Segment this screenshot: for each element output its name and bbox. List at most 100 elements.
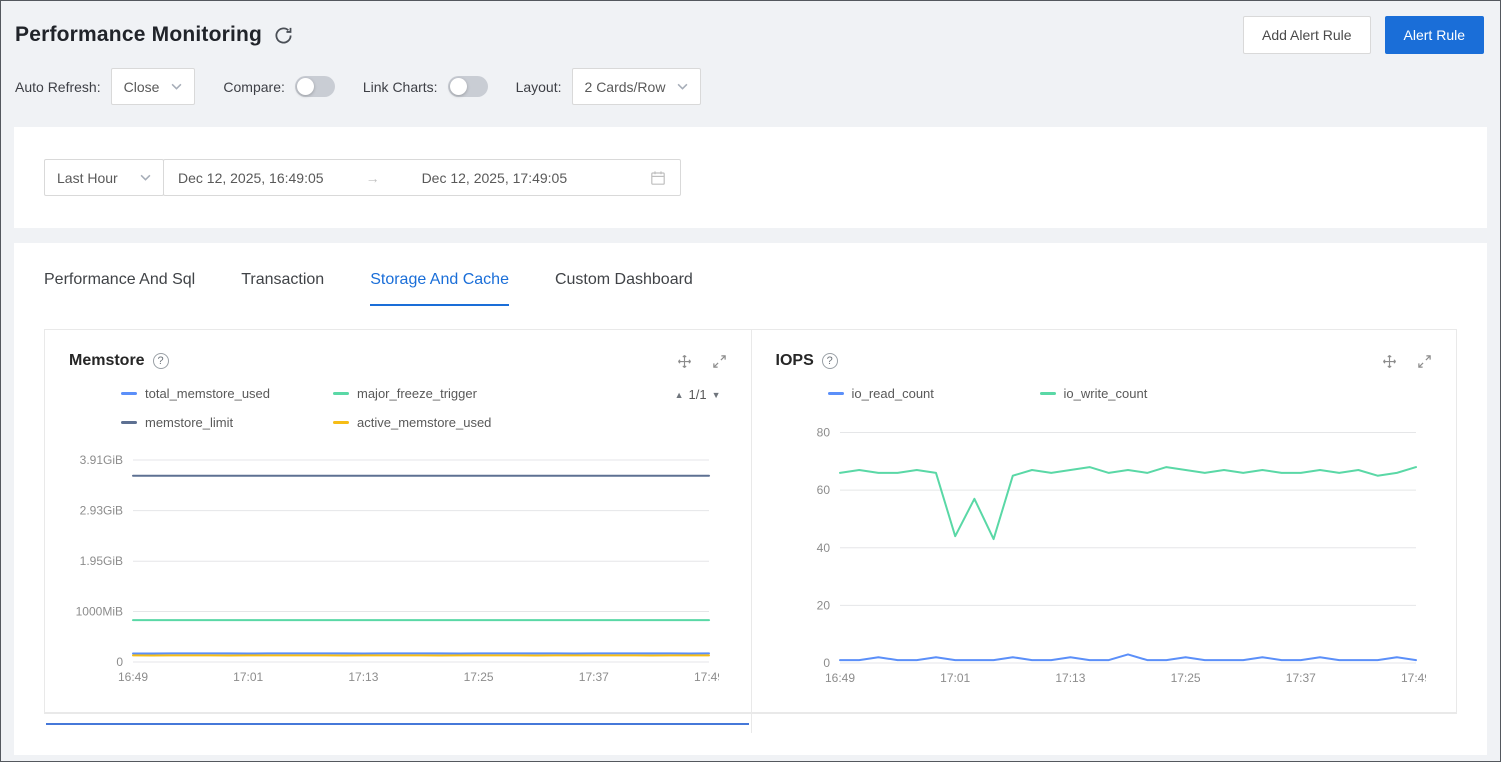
legend-label: major_freeze_trigger xyxy=(357,386,477,401)
help-icon[interactable]: ? xyxy=(821,353,838,369)
auto-refresh-group: Auto Refresh: Close xyxy=(15,68,196,105)
legend-swatch xyxy=(121,392,137,395)
toggle-knob xyxy=(449,78,467,95)
svg-text:17:01: 17:01 xyxy=(940,671,970,685)
move-icon[interactable] xyxy=(1382,354,1397,369)
expand-icon[interactable] xyxy=(712,354,727,369)
svg-text:3.91GiB: 3.91GiB xyxy=(80,453,123,467)
layout-value: 2 Cards/Row xyxy=(584,78,666,95)
svg-text:16:49: 16:49 xyxy=(824,671,854,685)
legend-item-io-write-count[interactable]: io_write_count xyxy=(1039,386,1148,401)
expand-icon[interactable] xyxy=(1417,354,1432,369)
pager-up-icon[interactable]: ▲ xyxy=(675,390,684,400)
layout-group: Layout: 2 Cards/Row xyxy=(516,68,702,105)
legend-label: active_memstore_used xyxy=(357,415,492,430)
chart-tools xyxy=(677,354,727,369)
svg-text:20: 20 xyxy=(816,598,830,612)
pager-text: 1/1 xyxy=(688,387,707,402)
next-chart-left xyxy=(44,714,751,733)
svg-text:60: 60 xyxy=(816,483,830,497)
legend-item-total-memstore-used[interactable]: total_memstore_used xyxy=(121,386,333,401)
legend-swatch xyxy=(1039,392,1056,395)
chevron-down-icon xyxy=(140,174,151,181)
svg-text:40: 40 xyxy=(816,541,830,555)
move-icon[interactable] xyxy=(677,354,692,369)
svg-text:17:13: 17:13 xyxy=(348,670,378,684)
range-end-value: Dec 12, 2025, 17:49:05 xyxy=(421,169,568,186)
tab-storage-and-cache[interactable]: Storage And Cache xyxy=(370,271,509,306)
alert-rule-button[interactable]: Alert Rule xyxy=(1384,16,1484,54)
refresh-icon[interactable] xyxy=(274,26,293,45)
svg-text:1.95GiB: 1.95GiB xyxy=(80,554,123,568)
svg-text:17:25: 17:25 xyxy=(1170,671,1200,685)
svg-text:17:37: 17:37 xyxy=(1285,671,1315,685)
link-charts-toggle[interactable] xyxy=(447,76,488,97)
chart-header: Memstore ? xyxy=(69,352,727,370)
next-chart-right xyxy=(750,714,1458,733)
svg-text:1000MiB: 1000MiB xyxy=(76,605,123,619)
toolbar: Auto Refresh: Close Compare: Link Charts… xyxy=(1,60,1500,105)
legend: total_memstore_used major_freeze_trigger… xyxy=(69,386,727,430)
legend-item-memstore-limit[interactable]: memstore_limit xyxy=(121,415,333,430)
svg-text:17:13: 17:13 xyxy=(1055,671,1085,685)
svg-text:80: 80 xyxy=(816,426,830,440)
legend-swatch xyxy=(827,392,844,395)
svg-text:17:25: 17:25 xyxy=(464,670,494,684)
charts-grid: Memstore ? total_memstore_used major_fre… xyxy=(44,329,1457,713)
calendar-icon[interactable] xyxy=(650,170,666,186)
add-alert-rule-button[interactable]: Add Alert Rule xyxy=(1243,16,1371,54)
time-preset-select[interactable]: Last Hour xyxy=(44,159,164,196)
legend-label: total_memstore_used xyxy=(145,386,271,401)
legend-item-io-read-count[interactable]: io_read_count xyxy=(827,386,1040,401)
performance-monitoring-page: Performance Monitoring Add Alert Rule Al… xyxy=(0,0,1501,762)
tab-performance-and-sql[interactable]: Performance And Sql xyxy=(44,271,195,306)
legend-item-active-memstore-used[interactable]: active_memstore_used xyxy=(333,415,491,430)
svg-text:0: 0 xyxy=(116,655,123,669)
svg-text:17:49: 17:49 xyxy=(1400,671,1425,685)
toggle-knob xyxy=(296,78,314,95)
legend-swatch xyxy=(333,421,349,424)
svg-text:2.93GiB: 2.93GiB xyxy=(80,504,123,518)
next-chart-line xyxy=(46,723,749,725)
legend-label: memstore_limit xyxy=(145,415,234,430)
chart-title: Memstore xyxy=(69,352,145,369)
legend-label: io_write_count xyxy=(1063,386,1148,401)
main-card: Performance And Sql Transaction Storage … xyxy=(14,243,1487,755)
arrow-right-icon: → xyxy=(365,169,380,186)
svg-text:17:01: 17:01 xyxy=(233,670,263,684)
time-range-card: Last Hour Dec 12, 2025, 16:49:05 → Dec 1… xyxy=(14,127,1487,228)
auto-refresh-select[interactable]: Close xyxy=(110,68,196,105)
auto-refresh-label: Auto Refresh: xyxy=(15,78,101,95)
chevron-down-icon xyxy=(677,83,688,90)
memstore-chart[interactable]: 0 1000MiB 1.95GiB 2.93GiB 3.91GiB 16:49 17:01 1… xyxy=(69,442,719,688)
legend-pager: ▲ 1/1 ▼ xyxy=(675,387,721,402)
layout-select[interactable]: 2 Cards/Row xyxy=(571,68,702,105)
auto-refresh-value: Close xyxy=(123,78,160,95)
legend-item-major-freeze-trigger[interactable]: major_freeze_trigger xyxy=(333,386,491,401)
svg-text:16:49: 16:49 xyxy=(118,670,148,684)
link-charts-label: Link Charts: xyxy=(362,78,438,95)
chevron-down-icon xyxy=(171,83,182,90)
legend-swatch xyxy=(333,392,349,395)
chart-title: IOPS xyxy=(775,352,814,369)
range-start-value: Dec 12, 2025, 16:49:05 xyxy=(178,169,324,186)
tab-custom-dashboard[interactable]: Custom Dashboard xyxy=(555,271,693,306)
help-icon[interactable]: ? xyxy=(152,353,169,369)
svg-text:17:37: 17:37 xyxy=(579,670,609,684)
next-chart-row-cutoff xyxy=(44,713,1457,733)
pager-down-icon[interactable]: ▼ xyxy=(712,390,721,400)
page-title: Performance Monitoring xyxy=(15,23,263,46)
svg-text:17:49: 17:49 xyxy=(694,670,719,684)
legend-grid: total_memstore_used major_freeze_trigger… xyxy=(121,386,717,430)
legend-swatch xyxy=(121,421,137,424)
svg-text:0: 0 xyxy=(823,656,830,670)
tabs-bar: Performance And Sql Transaction Storage … xyxy=(44,271,1457,306)
compare-label: Compare: xyxy=(223,78,285,95)
iops-chart[interactable]: 0 20 40 60 80 16:49 17:01 17:13 17:25 17:37 17:49 xyxy=(776,413,1426,689)
compare-toggle[interactable] xyxy=(294,76,335,97)
layout-label: Layout: xyxy=(515,78,562,95)
date-range-input[interactable]: Dec 12, 2025, 16:49:05 → Dec 12, 2025, 1… xyxy=(163,159,681,196)
header-bar: Performance Monitoring Add Alert Rule Al… xyxy=(1,1,1500,60)
link-charts-group: Link Charts: xyxy=(363,76,488,97)
tab-transaction[interactable]: Transaction xyxy=(241,271,324,306)
